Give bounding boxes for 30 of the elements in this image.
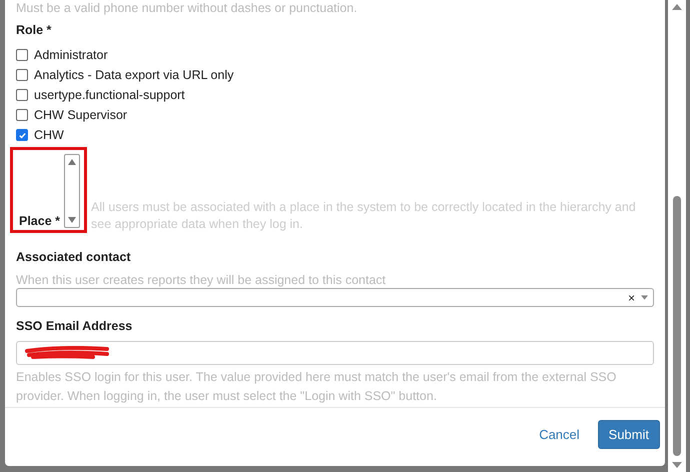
check-icon [18,130,26,140]
checkbox[interactable] [16,129,28,141]
help-text: Must be a valid phone number without dashes or punctuation. [16,1,358,15]
scroll-down-icon[interactable] [67,216,78,224]
checkbox-label[interactable]: CHW [34,128,64,142]
checkbox-label[interactable]: Administrator [34,48,108,62]
clear-button[interactable]: × [628,290,635,304]
checkbox-label[interactable]: Analytics - Data export via URL only [34,68,234,82]
help-text: When this user creates reports they will be assigned to this contact [16,272,387,288]
email-input[interactable] [16,341,654,365]
field-label: Associated contact [16,250,132,264]
checkbox[interactable] [16,69,28,81]
help-text: Enables SSO login for this user. The value provided here must match the user's email from the external SSO provider. When logging in, the user must select the "Login with SSO" button. [16,369,618,405]
place-listbox[interactable] [64,154,80,228]
submit-button[interactable]: Submit [598,420,660,448]
scrollbar-thumb[interactable] [673,196,681,456]
cancel-link[interactable]: Cancel [531,420,588,448]
scroll-up-icon[interactable] [67,158,78,166]
field-label: Role * [16,23,52,37]
field-label: SSO Email Address [16,319,134,333]
checkbox[interactable] [16,89,28,101]
checkbox-label[interactable]: usertype.functional-support [34,88,185,102]
scroll-up-icon[interactable] [672,4,682,10]
caret-icon [641,295,648,300]
scroll-down-icon[interactable] [672,462,682,468]
checkbox-label[interactable]: CHW Supervisor [34,108,128,122]
contact-select[interactable]: × [16,288,654,307]
checkbox[interactable] [16,49,28,61]
checkbox[interactable] [16,109,28,121]
field-label: Place * [19,214,60,228]
